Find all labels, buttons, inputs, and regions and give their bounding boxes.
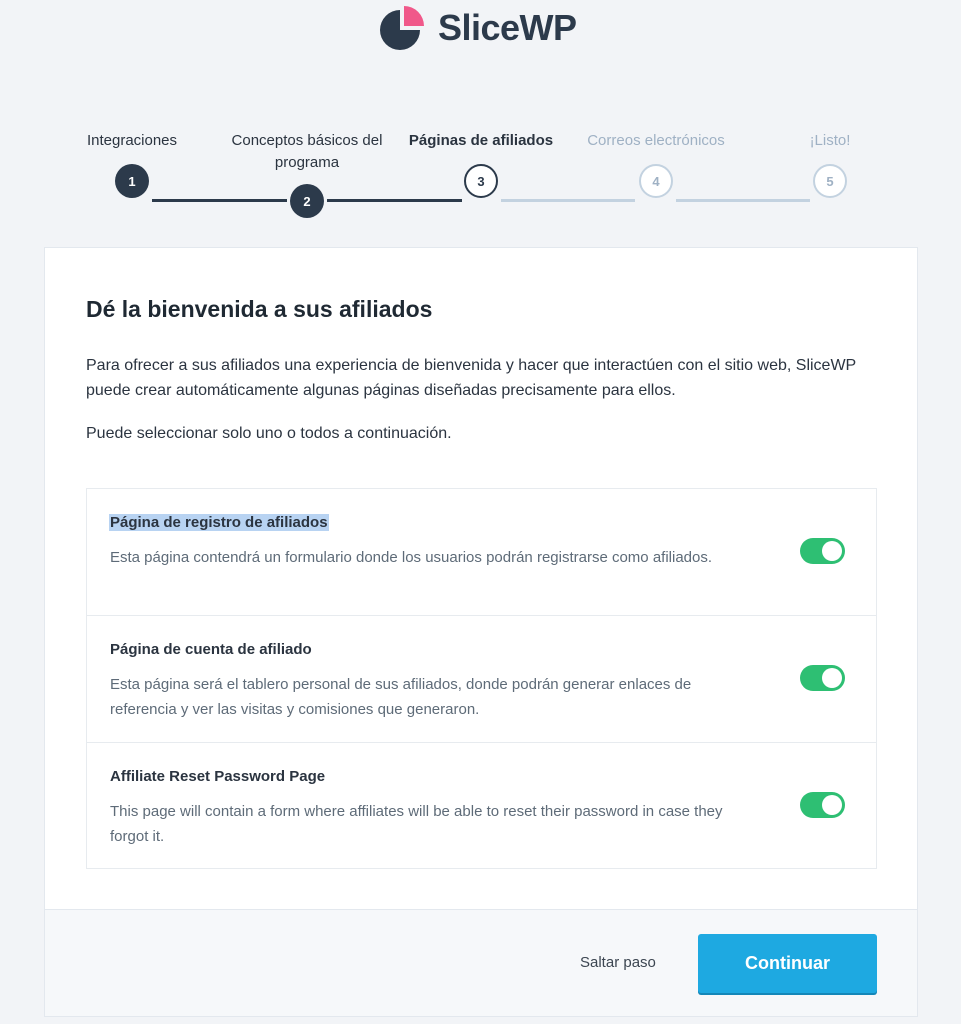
step-label-integraciones: Integraciones — [86, 132, 178, 149]
setup-card: Dé la bienvenida a sus afiliados Para of… — [44, 247, 918, 1017]
option-description: This page will contain a form where affi… — [110, 803, 723, 845]
step-circle-4: 4 — [639, 164, 673, 198]
option-title: Página de registro de afiliados — [109, 514, 329, 531]
option-description: Esta página será el tablero personal de … — [110, 676, 692, 718]
toggle-knob — [822, 541, 842, 561]
card-footer: Saltar paso Continuar — [45, 909, 917, 1016]
reset-password-page-toggle[interactable] — [800, 792, 845, 818]
step-connector — [501, 199, 635, 202]
step-label-listo: ¡Listo! — [809, 132, 851, 149]
step-label-paginas: Páginas de afiliados — [408, 132, 554, 149]
step-circle-5: 5 — [813, 164, 847, 198]
slicewp-logo: SliceWP — [378, 4, 577, 52]
registration-page-toggle[interactable] — [800, 538, 845, 564]
page-subtext: Puede seleccionar solo uno o todos a con… — [86, 425, 452, 442]
account-page-toggle[interactable] — [800, 665, 845, 691]
step-connector — [676, 199, 810, 202]
option-reset-password-page: Affiliate Reset Password Page This page … — [87, 743, 876, 870]
skip-step-link[interactable]: Saltar paso — [580, 954, 656, 971]
step-connector — [152, 199, 287, 202]
affiliate-pages-list: Página de registro de afiliados Esta pág… — [86, 488, 877, 869]
option-registration-page: Página de registro de afiliados Esta pág… — [87, 489, 876, 616]
toggle-knob — [822, 795, 842, 815]
step-connector — [327, 199, 462, 202]
step-circle-2: 2 — [290, 184, 324, 218]
page-title: Dé la bienvenida a sus afiliados — [86, 296, 433, 322]
step-label-conceptos: Conceptos básicos del programa — [231, 132, 383, 171]
continue-button[interactable]: Continuar — [698, 934, 877, 993]
step-circle-1: 1 — [115, 164, 149, 198]
option-title: Página de cuenta de afiliado — [110, 641, 312, 658]
slicewp-logo-icon — [380, 6, 424, 50]
page-description: Para ofrecer a sus afiliados una experie… — [86, 357, 856, 399]
brand-name: SliceWP — [438, 7, 577, 48]
step-circle-3: 3 — [464, 164, 498, 198]
option-description: Esta página contendrá un formulario dond… — [110, 549, 713, 566]
option-title: Affiliate Reset Password Page — [110, 768, 326, 785]
toggle-knob — [822, 668, 842, 688]
step-label-correos: Correos electrónicos — [587, 132, 725, 149]
option-account-page: Página de cuenta de afiliado Esta página… — [87, 616, 876, 743]
